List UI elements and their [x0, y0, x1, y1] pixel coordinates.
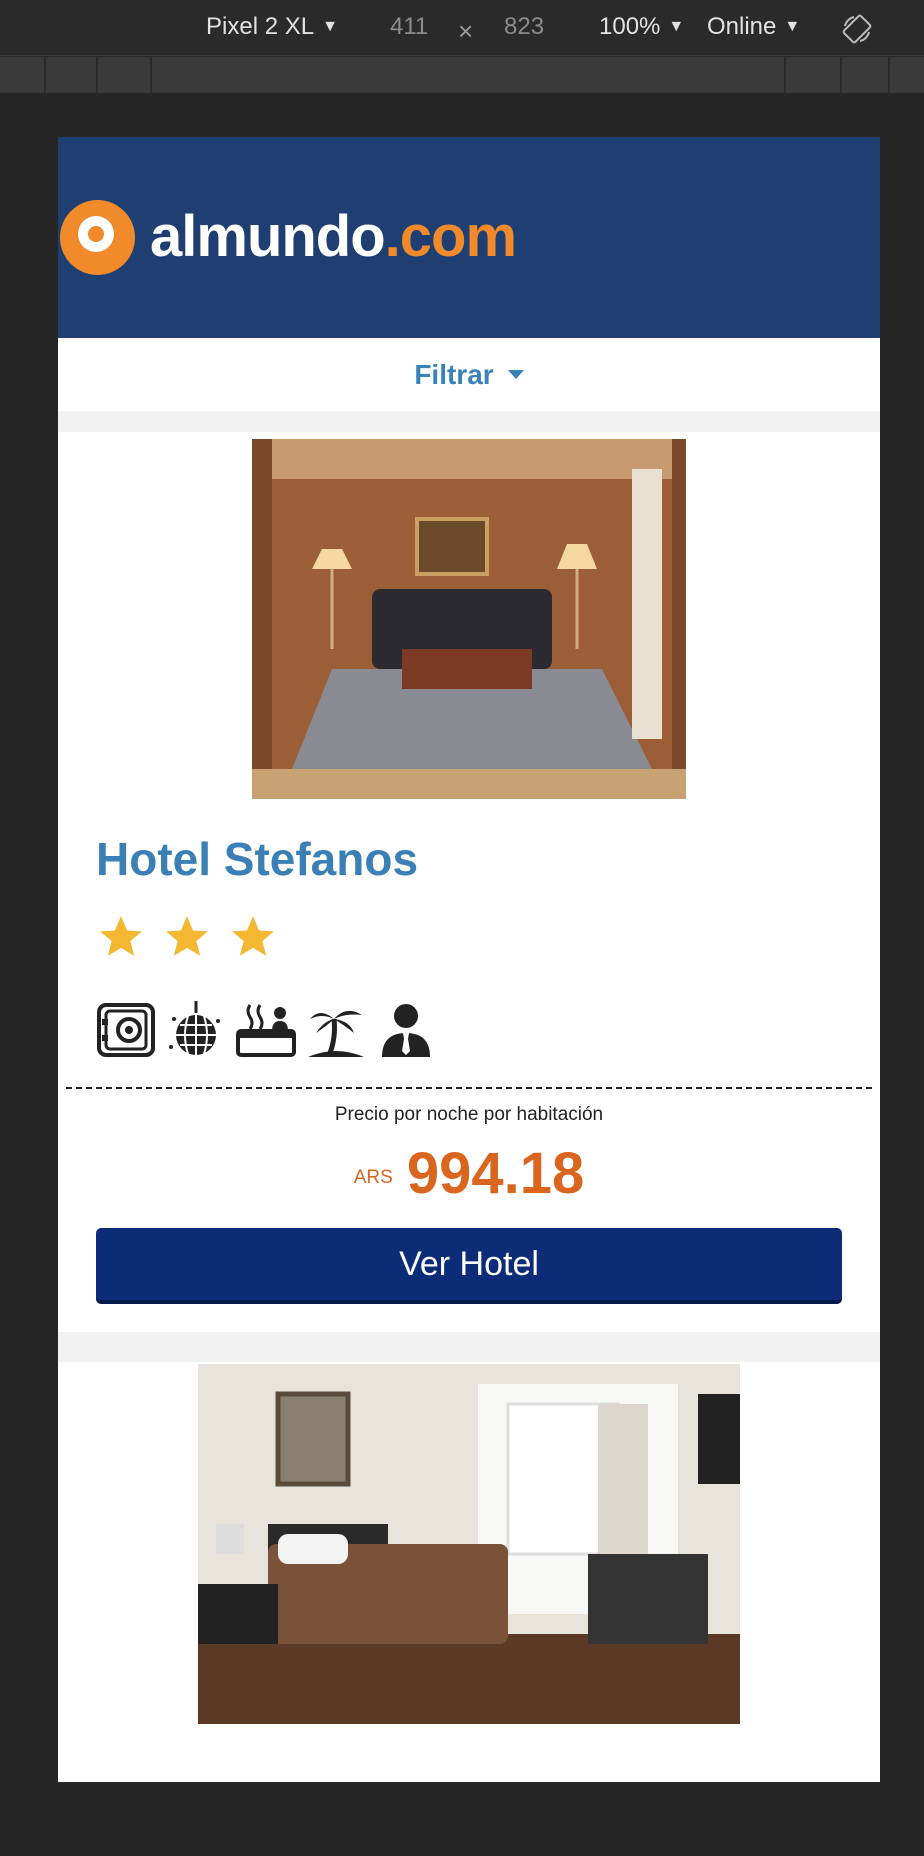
site-header: almundo.com — [58, 137, 880, 338]
business-person-icon — [382, 1004, 430, 1057]
chevron-down-icon: ▼ — [322, 18, 338, 35]
hot-tub-icon — [236, 1004, 296, 1057]
height-field[interactable]: 823 — [504, 13, 544, 41]
width-field[interactable]: 411 — [390, 13, 428, 41]
ruler-segment[interactable] — [98, 57, 152, 93]
hotel-photo[interactable] — [198, 1364, 740, 1724]
ruler-segment[interactable] — [0, 57, 46, 93]
hotel-photo[interactable] — [252, 439, 686, 799]
view-hotel-button[interactable]: Ver Hotel — [96, 1228, 842, 1304]
price-currency: ARS — [353, 1167, 393, 1188]
ruler-segment[interactable] — [46, 57, 98, 93]
star-rating — [96, 912, 278, 962]
hotel-card: Hotel Stefanos Precio por noche por habi… — [58, 432, 880, 1332]
devtools-device-toolbar: Pixel 2 XL ▼ 411 × 823 100% ▼ Online ▼ — [0, 0, 924, 56]
dimension-separator: × — [458, 16, 474, 46]
star-icon — [100, 916, 142, 956]
safe-box-icon — [97, 1003, 155, 1057]
caret-down-icon — [507, 369, 524, 379]
chevron-down-icon: ▼ — [784, 18, 801, 35]
ruler-segment[interactable] — [890, 57, 924, 93]
ruler-segment[interactable] — [786, 57, 842, 93]
star-icon — [166, 916, 208, 956]
network-select-label: Online — [707, 13, 777, 40]
card-separator — [58, 411, 880, 432]
zoom-select-label: 100% — [599, 13, 661, 40]
filter-label: Filtrar — [414, 358, 494, 390]
media-query-ruler — [0, 57, 924, 93]
mobile-viewport: almundo.com Filtrar Hotel Stefanos Preci… — [58, 137, 880, 1782]
price: ARS 994.18 — [58, 1140, 880, 1207]
hotel-name[interactable]: Hotel Stefanos — [96, 832, 418, 886]
hotel-card — [58, 1362, 880, 1782]
card-separator — [58, 1332, 880, 1362]
site-logo[interactable]: almundo.com — [150, 203, 517, 270]
divider — [66, 1087, 872, 1089]
rotate-icon[interactable] — [842, 14, 872, 44]
chevron-down-icon: ▼ — [668, 18, 685, 35]
beach-palm-icon — [308, 1010, 364, 1057]
star-icon — [232, 916, 274, 956]
disco-ball-icon — [169, 1001, 220, 1055]
logo-mark-dot — [88, 226, 104, 242]
ruler-segment[interactable] — [152, 57, 786, 93]
filter-button[interactable]: Filtrar — [414, 358, 524, 391]
device-select-label: Pixel 2 XL — [206, 13, 315, 40]
price-amount: 994.18 — [406, 1141, 585, 1206]
network-throttle-select[interactable]: Online ▼ — [707, 13, 800, 41]
logo-text-main: almundo — [150, 204, 386, 269]
device-select[interactable]: Pixel 2 XL ▼ — [206, 13, 338, 41]
logo-mark-icon[interactable] — [60, 200, 135, 275]
amenities-list — [96, 999, 436, 1059]
ruler-segment[interactable] — [842, 57, 890, 93]
filter-bar: Filtrar — [58, 338, 880, 411]
logo-text-domain: .com — [384, 204, 517, 269]
price-label: Precio por noche por habitación — [334, 1104, 604, 1125]
zoom-select[interactable]: 100% ▼ — [599, 13, 684, 41]
